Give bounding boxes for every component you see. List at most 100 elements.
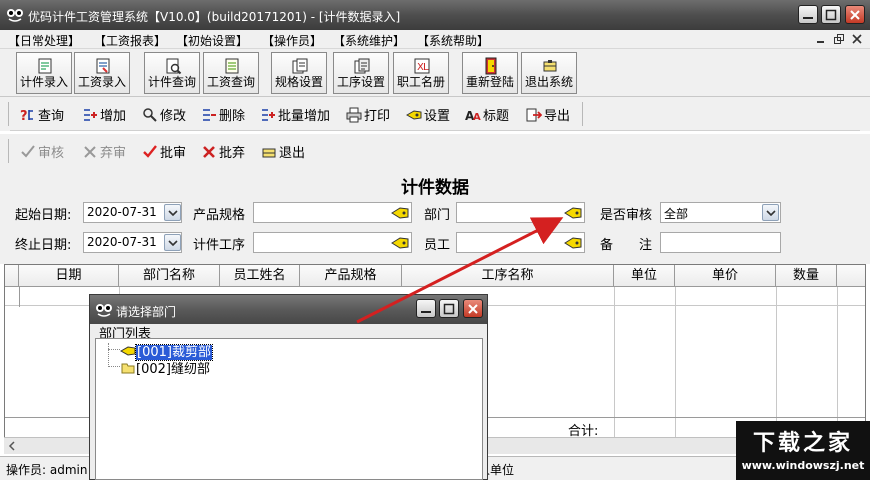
maximize-icon: [443, 303, 455, 315]
window-title: 优码计件工资管理系统【V10.0】(build20171201) - [计件数据…: [28, 10, 401, 24]
column-header-price[interactable]: 单价: [675, 265, 776, 287]
unapprove-icon: [84, 146, 96, 158]
tree-connector: [108, 343, 109, 367]
toolbar-grip: [8, 102, 9, 126]
settings-icon: [406, 110, 422, 120]
delete-button[interactable]: 删除: [201, 105, 245, 124]
query-label: 查询: [38, 109, 65, 124]
exit-system-label: 退出系统: [524, 75, 573, 89]
review-toolbar: 审核 弃审 批审 批弃 退出: [0, 134, 870, 168]
add-button[interactable]: 增加: [82, 105, 127, 124]
tree-item-dept-002[interactable]: [002]缝纫部: [120, 358, 210, 377]
wage-query-button[interactable]: 工资查询: [203, 52, 259, 94]
column-header-product-spec[interactable]: 产品规格: [300, 265, 402, 287]
maximize-icon: [825, 9, 837, 21]
relogin-button[interactable]: 重新登陆: [462, 52, 518, 94]
dialog-maximize-button[interactable]: [439, 299, 459, 318]
menu-daily[interactable]: 【日常处理】: [8, 32, 80, 49]
column-header-employee[interactable]: 员工姓名: [220, 265, 300, 287]
batch-add-button[interactable]: 批量增加: [260, 105, 330, 124]
column-header-quantity[interactable]: 数量: [776, 265, 837, 287]
settings-button[interactable]: 设置: [406, 105, 450, 124]
wage-entry-button[interactable]: 工资录入: [74, 52, 130, 94]
reviewed-value: 全部: [664, 207, 689, 221]
product-spec-field[interactable]: [253, 202, 412, 223]
approve-label: 审核: [38, 146, 65, 161]
exit-icon: [262, 148, 276, 158]
export-icon: [526, 108, 542, 122]
svg-text:?: ?: [20, 109, 28, 123]
staff-roster-button[interactable]: XL 职工名册: [393, 52, 449, 94]
process-field[interactable]: [253, 232, 412, 253]
close-button[interactable]: [845, 5, 865, 24]
end-date-dropdown[interactable]: [164, 234, 181, 251]
maximize-button[interactable]: [821, 5, 841, 24]
title-button[interactable]: A A 标题: [465, 105, 509, 124]
mdi-restore-icon[interactable]: [833, 33, 845, 45]
process-picker-icon[interactable]: [391, 236, 409, 250]
dialog-close-button[interactable]: [463, 299, 483, 318]
mdi-minimize-icon[interactable]: [815, 33, 827, 45]
piece-entry-button[interactable]: 计件录入: [16, 52, 72, 94]
batch-add-icon: [262, 109, 275, 121]
product-spec-picker-icon[interactable]: [391, 206, 409, 220]
folder-icon: [121, 363, 135, 374]
mdi-close-icon[interactable]: [851, 33, 863, 45]
app-logo-icon: [7, 9, 23, 22]
menu-wage-report[interactable]: 【工资报表】: [94, 32, 166, 49]
export-button[interactable]: 导出: [526, 105, 570, 124]
batch-unapprove-label: 批弃: [219, 146, 246, 161]
batch-unapprove-button[interactable]: 批弃: [201, 142, 246, 161]
menu-system-help[interactable]: 【系统帮助】: [417, 32, 489, 49]
menu-system-maintenance[interactable]: 【系统维护】: [333, 32, 405, 49]
piece-entry-label: 计件录入: [19, 75, 68, 89]
add-icon: [84, 109, 97, 121]
exit-button[interactable]: 退出: [261, 142, 305, 161]
site-watermark: 下载之家 www.windowszj.net: [736, 421, 870, 480]
main-title-bar: 优码计件工资管理系统【V10.0】(build20171201) - [计件数据…: [0, 0, 870, 30]
tree-connector: [108, 349, 120, 350]
column-divider: [776, 287, 777, 437]
pointing-hand-icon: [119, 346, 136, 356]
reviewed-dropdown[interactable]: [762, 204, 779, 221]
employee-picker-icon[interactable]: [564, 236, 582, 250]
dept-tree[interactable]: [001]裁剪部 [002]缝纫部: [95, 338, 483, 480]
reviewed-label: 是否审核: [600, 208, 653, 223]
unapprove-button[interactable]: 弃审: [82, 142, 126, 161]
start-date-dropdown[interactable]: [164, 204, 181, 221]
svg-text:A: A: [473, 112, 481, 123]
select-dept-dialog: 请选择部门 部门列表 [001]裁剪部 [002]缝纫部: [89, 294, 488, 480]
column-divider: [675, 287, 676, 437]
dialog-title-bar[interactable]: 请选择部门: [90, 295, 487, 324]
scroll-left-icon[interactable]: [6, 440, 18, 452]
column-header-date[interactable]: 日期: [19, 265, 119, 287]
menu-operator[interactable]: 【操作员】: [262, 32, 322, 49]
menu-initial-settings[interactable]: 【初始设置】: [176, 32, 248, 49]
dept-picker-icon[interactable]: [564, 206, 582, 220]
minimize-icon: [421, 311, 431, 313]
spec-settings-button[interactable]: 规格设置: [271, 52, 327, 94]
batch-approve-button[interactable]: 批审: [142, 142, 186, 161]
dialog-minimize-button[interactable]: [416, 299, 436, 318]
approve-button[interactable]: 审核: [20, 142, 65, 161]
column-header-unit[interactable]: 单位: [614, 265, 675, 287]
piece-query-button[interactable]: 计件查询: [144, 52, 200, 94]
watermark-logo-text: 下载之家: [752, 430, 853, 456]
close-icon: [468, 304, 478, 314]
remark-field[interactable]: [660, 232, 781, 253]
add-label: 增加: [100, 109, 127, 124]
minimize-button[interactable]: [798, 5, 818, 24]
batch-approve-icon: [143, 145, 157, 158]
staff-roster-label: 职工名册: [396, 75, 445, 89]
exit-system-button[interactable]: 退出系统: [521, 52, 577, 94]
close-icon: [850, 10, 860, 20]
filter-form: 计件数据 起始日期: 2020-07-31 产品规格 部门 是否审核 全部 终止…: [0, 168, 870, 264]
edit-button[interactable]: 修改: [142, 105, 186, 124]
print-button[interactable]: 打印: [346, 105, 390, 124]
column-header-process[interactable]: 工序名称: [402, 265, 614, 287]
column-header-dept[interactable]: 部门名称: [119, 265, 220, 287]
toolbar-separator: [582, 102, 583, 126]
menu-bar: 【日常处理】 【工资报表】 【初始设置】 【操作员】 【系统维护】 【系统帮助】: [0, 30, 870, 49]
query-button[interactable]: ? 查询: [20, 105, 65, 124]
process-settings-button[interactable]: 工序设置: [333, 52, 389, 94]
